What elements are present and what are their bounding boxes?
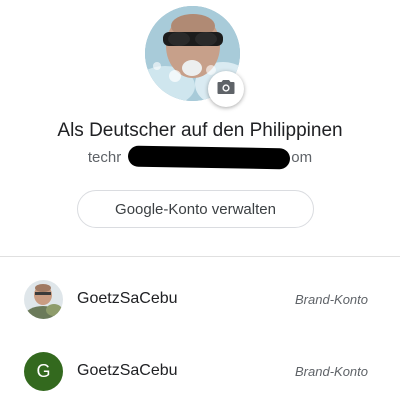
change-photo-button[interactable] [208, 71, 244, 107]
account-email-suffix: om [291, 149, 313, 166]
account-email-prefix: techr [87, 149, 122, 166]
camera-icon [217, 79, 235, 100]
avatar [24, 280, 63, 319]
account-row[interactable]: GoetzSaCebu Brand-Konto [0, 274, 400, 326]
avatar-initial: G [36, 361, 51, 381]
account-row-name: GoetzSaCebu [77, 290, 178, 307]
avatar: G [24, 352, 63, 391]
email-redaction [127, 145, 291, 170]
manage-google-account-button[interactable]: Google-Konto verwalten [77, 190, 314, 228]
account-name: Als Deutscher auf den Philippinen [57, 120, 343, 141]
account-row-name: GoetzSaCebu [77, 362, 178, 379]
account-row-type: Brand-Konto [295, 364, 368, 379]
account-row-type: Brand-Konto [295, 292, 368, 307]
account-row[interactable]: G GoetzSaCebu Brand-Konto [0, 346, 400, 398]
divider [0, 256, 400, 257]
